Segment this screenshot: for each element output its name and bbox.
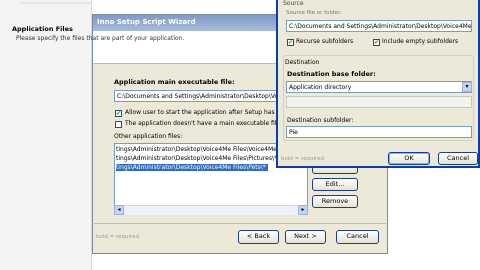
other-files-label: Other application files: bbox=[114, 133, 183, 140]
ok-button[interactable]: OK bbox=[388, 152, 430, 165]
dest-custom-input[interactable] bbox=[286, 96, 472, 108]
include-empty-label: Include empty subfolders bbox=[382, 38, 459, 45]
chevron-down-icon[interactable]: ▾ bbox=[462, 82, 472, 92]
horizontal-scrollbar[interactable] bbox=[114, 205, 308, 215]
recurse-checkbox[interactable]: ✔ bbox=[287, 39, 294, 46]
cancel-button[interactable]: Cancel bbox=[336, 230, 379, 244]
required-note: bold = required bbox=[96, 234, 140, 240]
dialog-cancel-button[interactable]: Cancel bbox=[438, 152, 478, 165]
background-divider bbox=[20, 2, 92, 4]
source-group-label: Source bbox=[283, 0, 304, 7]
subfolder-input[interactable]: Pie bbox=[286, 126, 472, 138]
next-button[interactable]: Next > bbox=[285, 230, 326, 244]
list-item[interactable]: tings\Administrator\Desktop\Voice4Me Fil… bbox=[116, 146, 277, 153]
divider bbox=[94, 223, 386, 224]
allow-start-checkbox[interactable]: ✔ bbox=[115, 110, 122, 117]
allow-start-label: Allow user to start the application afte… bbox=[125, 109, 289, 116]
page-description: Please specify the files that are part o… bbox=[16, 35, 185, 42]
back-button[interactable]: < Back bbox=[238, 230, 279, 244]
list-item-selected[interactable]: tings\Administrator\Desktop\Voice4Me Fil… bbox=[116, 164, 268, 171]
scroll-left-icon[interactable]: ◂ bbox=[114, 205, 124, 215]
no-exe-checkbox[interactable] bbox=[115, 121, 122, 128]
edit-button[interactable]: Edit... bbox=[312, 178, 358, 191]
include-empty-checkbox[interactable]: ✔ bbox=[373, 39, 380, 46]
page-title: Application Files bbox=[12, 25, 73, 33]
dest-base-value: Application directory bbox=[289, 84, 352, 91]
subfolder-label: Destination subfolder: bbox=[287, 117, 354, 124]
recurse-label: Recurse subfolders bbox=[296, 38, 354, 45]
required-note: bold = required bbox=[281, 156, 325, 162]
scroll-right-icon[interactable]: ▸ bbox=[298, 205, 308, 215]
source-input[interactable]: C:\Documents and Settings\Administrator\… bbox=[286, 20, 472, 32]
destination-group-label: Destination bbox=[285, 59, 320, 66]
remove-button[interactable]: Remove bbox=[312, 195, 358, 208]
main-exe-label: Application main executable file: bbox=[114, 78, 235, 86]
dest-base-label: Destination base folder: bbox=[287, 70, 376, 78]
list-item[interactable]: tings\Administrator\Desktop\Voice4Me Fil… bbox=[116, 155, 277, 162]
source-field-label: Source file or folder: bbox=[286, 10, 342, 16]
no-exe-label: The application doesn't have a main exec… bbox=[125, 120, 281, 127]
